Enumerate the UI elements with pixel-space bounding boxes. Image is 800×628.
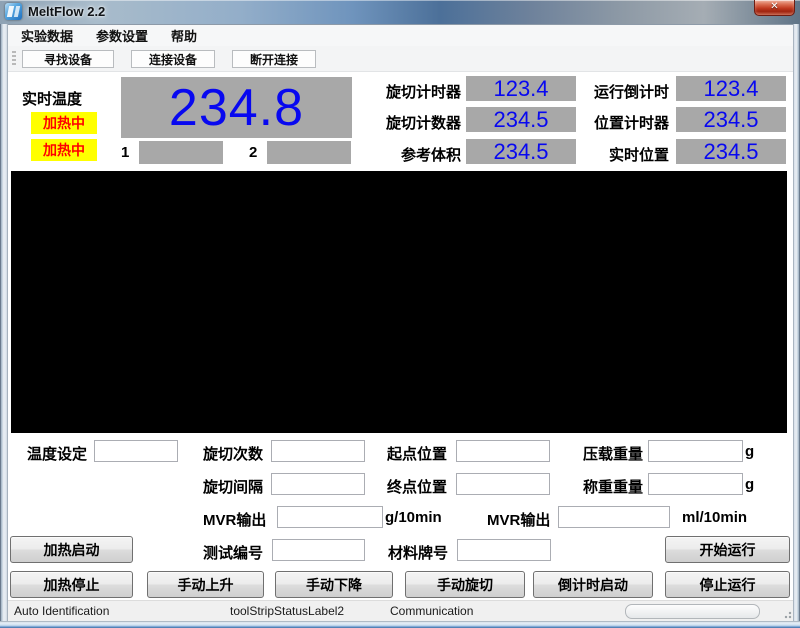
- cut-counter-value: 234.5: [466, 107, 576, 132]
- mvr-output-g-input[interactable]: [277, 506, 383, 528]
- find-device-button[interactable]: 寻找设备: [22, 49, 114, 68]
- temp-set-input[interactable]: [94, 440, 178, 462]
- temperature-display: 234.8: [121, 77, 352, 138]
- status-communication: Communication: [390, 604, 474, 618]
- mvr-ml-unit: ml/10min: [682, 509, 748, 526]
- position-timer-label: 位置计时器: [593, 115, 669, 132]
- realtime-position-value: 234.5: [676, 139, 786, 164]
- menubar: 实验数据 参数设置 帮助: [8, 25, 793, 46]
- cut-count-label: 旋切次数: [203, 446, 264, 463]
- cut-timer-value: 123.4: [466, 76, 576, 101]
- app-window: MeltFlow 2.2 ✕ 实验数据 参数设置 帮助 寻找设备 连接设备 断开…: [0, 0, 800, 628]
- end-pos-input[interactable]: [456, 473, 550, 495]
- heating-status-badge-2: 加热中: [31, 139, 97, 161]
- close-icon: ✕: [770, 1, 779, 12]
- countdown-start-button[interactable]: 倒计时启动: [533, 571, 653, 598]
- zone-2-display: [267, 141, 351, 164]
- realtime-position-label: 实时位置: [608, 147, 669, 164]
- menu-item-help[interactable]: 帮助: [161, 24, 207, 47]
- close-button[interactable]: ✕: [754, 0, 795, 16]
- cut-count-input[interactable]: [271, 440, 365, 462]
- titlebar[interactable]: MeltFlow 2.2 ✕: [0, 0, 800, 24]
- resize-grip-icon[interactable]: [782, 609, 792, 619]
- window-border-left: [0, 24, 8, 621]
- start-pos-label: 起点位置: [387, 446, 448, 463]
- weigh-weight-unit: g: [745, 476, 755, 493]
- status-progressbar: [625, 604, 760, 619]
- status-auto-identification: Auto Identification: [14, 604, 110, 618]
- window-border-right: [793, 24, 800, 621]
- load-weight-input[interactable]: [648, 440, 743, 462]
- material-input[interactable]: [457, 539, 551, 561]
- cut-timer-label: 旋切计时器: [385, 84, 461, 101]
- mvr-output-g-label: MVR输出: [203, 512, 267, 529]
- cut-interval-input[interactable]: [271, 473, 365, 495]
- realtime-temp-label: 实时温度: [22, 91, 83, 108]
- heating-status-badge-1: 加热中: [31, 112, 97, 134]
- menu-item-parameter-settings[interactable]: 参数设置: [86, 24, 158, 47]
- manual-cut-button[interactable]: 手动旋切: [405, 571, 525, 598]
- material-label: 材料牌号: [388, 545, 449, 562]
- run-countdown-value: 123.4: [676, 76, 786, 101]
- mvr-g-unit: g/10min: [385, 509, 442, 526]
- weigh-weight-label: 称重重量: [583, 479, 644, 496]
- mvr-output-ml-label: MVR输出: [487, 512, 551, 529]
- reference-volume-value: 234.5: [466, 139, 576, 164]
- cut-interval-label: 旋切间隔: [203, 479, 264, 496]
- heat-start-button[interactable]: 加热启动: [10, 536, 133, 563]
- window-border-bottom: [0, 621, 800, 628]
- mvr-output-ml-input[interactable]: [558, 506, 670, 528]
- connect-device-button[interactable]: 连接设备: [131, 49, 215, 68]
- test-no-input[interactable]: [272, 539, 365, 561]
- weigh-weight-input[interactable]: [648, 473, 743, 495]
- start-pos-input[interactable]: [456, 440, 550, 462]
- temp-set-label: 温度设定: [27, 446, 88, 463]
- test-no-label: 测试编号: [203, 545, 264, 562]
- heat-stop-button[interactable]: 加热停止: [10, 571, 133, 598]
- status-label-2: toolStripStatusLabel2: [230, 604, 345, 618]
- zone-1-label: 1: [121, 144, 130, 161]
- disconnect-button[interactable]: 断开连接: [232, 49, 316, 68]
- load-weight-unit: g: [745, 443, 755, 460]
- statusbar: Auto Identification toolStripStatusLabel…: [8, 600, 793, 621]
- position-timer-value: 234.5: [676, 107, 786, 132]
- load-weight-label: 压载重量: [583, 446, 644, 463]
- zone-2-label: 2: [249, 144, 258, 161]
- end-pos-label: 终点位置: [387, 479, 448, 496]
- manual-up-button[interactable]: 手动上升: [147, 571, 264, 598]
- cut-counter-label: 旋切计数器: [385, 115, 461, 132]
- zone-1-display: [139, 141, 223, 164]
- plot-area: [11, 171, 787, 433]
- app-icon: [5, 3, 22, 20]
- window-title: MeltFlow 2.2: [28, 4, 106, 19]
- toolbar: 寻找设备 连接设备 断开连接: [8, 46, 793, 72]
- reference-volume-label: 参考体积: [400, 147, 461, 164]
- manual-down-button[interactable]: 手动下降: [275, 571, 393, 598]
- run-stop-button[interactable]: 停止运行: [665, 571, 790, 598]
- menu-item-experiment-data[interactable]: 实验数据: [11, 24, 83, 47]
- run-countdown-label: 运行倒计时: [593, 84, 669, 101]
- toolbar-grip-icon[interactable]: [12, 50, 16, 67]
- run-start-button[interactable]: 开始运行: [665, 536, 790, 563]
